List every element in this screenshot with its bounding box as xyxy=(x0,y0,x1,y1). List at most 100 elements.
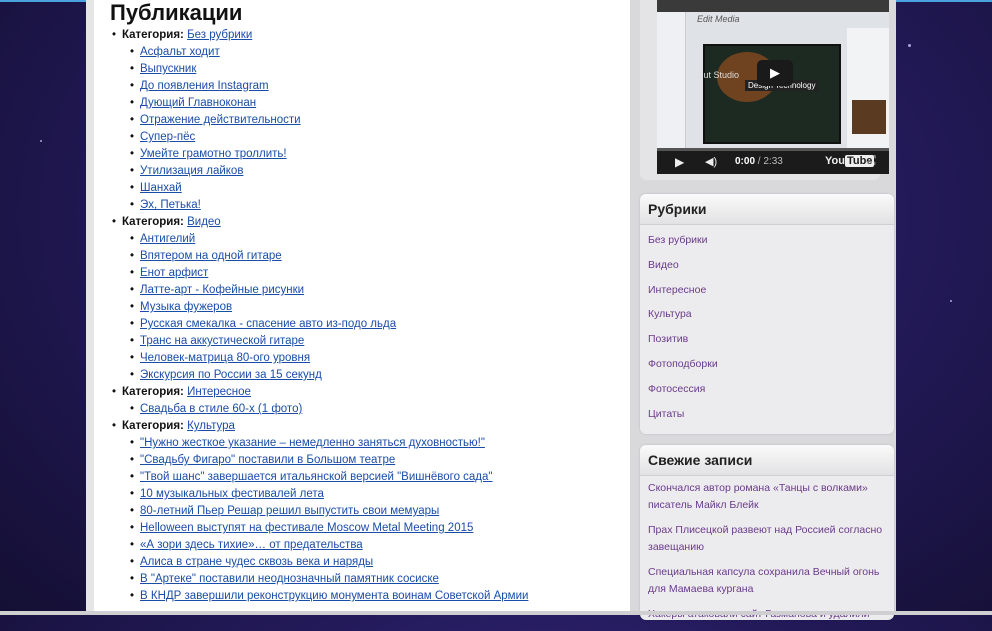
category-link[interactable]: Интересное xyxy=(187,386,251,398)
list-item: Видео xyxy=(640,254,894,279)
list-item: Хакеры атаковали сайт Газманова и удалил… xyxy=(640,606,894,631)
recent-post-link[interactable]: Скончался автор романа «Танцы с волками»… xyxy=(640,480,894,522)
list-item: Транс на аккустической гитаре xyxy=(122,333,630,350)
time-display: 0:00 / 2:33 xyxy=(735,156,783,167)
post-link[interactable]: Отражение действительности xyxy=(140,114,301,126)
list-item: Выпускник xyxy=(122,61,630,78)
list-item: Прах Плисецкой развеют над Россией согла… xyxy=(640,522,894,564)
list-item: Без рубрики xyxy=(640,229,894,254)
post-link[interactable]: 10 музыкальных фестивалей лета xyxy=(140,488,324,500)
post-link[interactable]: «А зори здесь тихие»… от предательства xyxy=(140,539,363,551)
volume-icon[interactable]: ◀) xyxy=(705,155,717,168)
time-total: / 2:33 xyxy=(757,156,783,167)
category-label: Категория: xyxy=(122,216,184,228)
youtube-logo-you: You xyxy=(825,155,845,167)
post-link[interactable]: Енот арфист xyxy=(140,267,208,279)
list-item: Культура xyxy=(640,303,894,328)
page-title: Публикации xyxy=(110,0,243,25)
post-link[interactable]: Умейте грамотно троллить! xyxy=(140,148,287,160)
list-item: Алиса в стране чудес сквозь века и наряд… xyxy=(122,554,630,571)
rubric-link[interactable]: Фотосессия xyxy=(640,378,894,403)
play-icon[interactable]: ▶ xyxy=(675,155,684,169)
rubric-link[interactable]: Фотоподборки xyxy=(640,353,894,378)
recent-post-link[interactable]: Специальная капсула сохранила Вечный ого… xyxy=(640,564,894,606)
rubric-link[interactable]: Позитив xyxy=(640,328,894,353)
post-link[interactable]: "Свадьбу Фигаро" поставили в Большом теа… xyxy=(140,454,395,466)
post-link[interactable]: В КНДР завершили реконструкцию монумента… xyxy=(140,590,528,602)
list-item: Дующий Главноконан xyxy=(122,95,630,112)
list-item: Музыка фужеров xyxy=(122,299,630,316)
rubric-link[interactable]: Интересное xyxy=(640,279,894,304)
post-link[interactable]: Шанхай xyxy=(140,182,182,194)
recent-post-link[interactable]: Прах Плисецкой развеют над Россией согла… xyxy=(640,522,894,564)
bottom-scrollbar[interactable] xyxy=(0,611,992,615)
post-link[interactable]: Супер-пёс xyxy=(140,131,195,143)
rubric-link[interactable]: Видео xyxy=(640,254,894,279)
category-link[interactable]: Видео xyxy=(187,216,221,228)
list-item: Латте-арт - Кофейные рисунки xyxy=(122,282,630,299)
post-link[interactable]: Впятером на одной гитаре xyxy=(140,250,282,262)
post-link[interactable]: Выпускник xyxy=(140,63,196,75)
list-item: «А зори здесь тихие»… от предательства xyxy=(122,537,630,554)
progress-bar[interactable] xyxy=(657,148,889,151)
category-link[interactable]: Культура xyxy=(187,420,235,432)
category-item: Категория: Культура "Нужно жесткое указа… xyxy=(110,418,630,605)
post-link[interactable]: Музыка фужеров xyxy=(140,301,232,313)
post-link[interactable]: Helloween выступят на фестивале Moscow M… xyxy=(140,522,473,534)
video-screen-title: Edit Media xyxy=(697,14,740,24)
post-link[interactable]: Эх, Петька! xyxy=(140,199,201,211)
list-item: Helloween выступят на фестивале Moscow M… xyxy=(122,520,630,537)
video-controls: ▶ ◀) 0:00 / 2:33 You Tube ⛶ xyxy=(657,148,889,174)
background-star xyxy=(40,140,42,142)
recent-posts-list: Скончался автор романа «Танцы с волками»… xyxy=(640,476,894,631)
post-link[interactable]: Транс на аккустической гитаре xyxy=(140,335,304,347)
list-item: Фотоподборки xyxy=(640,353,894,378)
list-item: Свадьба в стиле 60-х (1 фото) xyxy=(122,401,630,418)
post-link[interactable]: Асфальт ходит xyxy=(140,46,220,58)
post-link[interactable]: Свадьба в стиле 60-х (1 фото) xyxy=(140,403,302,415)
rubric-link[interactable]: Культура xyxy=(640,303,894,328)
video-screen-sidebar xyxy=(657,12,686,148)
post-link[interactable]: Дующий Главноконан xyxy=(140,97,256,109)
list-item: Специальная капсула сохранила Вечный ого… xyxy=(640,564,894,606)
post-link[interactable]: 80-летний Пьер Решар решил выпустить сво… xyxy=(140,505,439,517)
category-list: Категория: Без рубрики Асфальт ходит Вып… xyxy=(110,27,630,605)
post-link[interactable]: В "Артеке" поставили неоднозначный памят… xyxy=(140,573,439,585)
rubrics-title: Рубрики xyxy=(640,194,894,225)
recent-post-link[interactable]: Хакеры атаковали сайт Газманова и удалил… xyxy=(640,606,894,631)
post-link[interactable]: Латте-арт - Кофейные рисунки xyxy=(140,284,304,296)
post-link[interactable]: Антигелий xyxy=(140,233,195,245)
rubric-link[interactable]: Цитаты xyxy=(640,403,894,428)
video-mini-thumbnail xyxy=(852,100,886,134)
post-link[interactable]: Экскурсия по России за 15 секунд xyxy=(140,369,322,381)
rubrics-list: Без рубрики Видео Интересное Культура По… xyxy=(640,225,894,427)
post-link[interactable]: Человек-матрица 80-ого уровня xyxy=(140,352,310,364)
recent-posts-widget: Свежие записи Скончался автор романа «Та… xyxy=(640,445,894,620)
video-thumbnail-text: Cut Studio xyxy=(697,70,740,80)
list-item: Супер-пёс xyxy=(122,129,630,146)
post-link[interactable]: Утилизация лайков xyxy=(140,165,243,177)
video-screen-header xyxy=(657,0,889,12)
post-link[interactable]: "Нужно жесткое указание – немедленно зан… xyxy=(140,437,485,449)
category-item: Категория: Видео Антигелий Впятером на о… xyxy=(110,214,630,384)
list-item: Антигелий xyxy=(122,231,630,248)
post-link[interactable]: Алиса в стране чудес сквозь века и наряд… xyxy=(140,556,373,568)
post-link[interactable]: Русская смекалка - спасение авто из-подо… xyxy=(140,318,396,330)
rubric-link[interactable]: Без рубрики xyxy=(640,229,894,254)
post-link[interactable]: До появления Instagram xyxy=(140,80,269,92)
list-item: "Нужно жесткое указание – немедленно зан… xyxy=(122,435,630,452)
video-player[interactable]: Edit Media Cut Studio Design Technology … xyxy=(657,0,889,174)
background-star xyxy=(908,44,911,47)
list-item: 10 музыкальных фестивалей лета xyxy=(122,486,630,503)
category-item: Категория: Интересное Свадьба в стиле 60… xyxy=(110,384,630,418)
category-link[interactable]: Без рубрики xyxy=(187,29,252,41)
list-item: Асфальт ходит xyxy=(122,44,630,61)
category-item: Категория: Без рубрики Асфальт ходит Вып… xyxy=(110,27,630,214)
list-item: "Свадьбу Фигаро" поставили в Большом теа… xyxy=(122,452,630,469)
fullscreen-icon[interactable]: ⛶ xyxy=(867,153,875,168)
post-link[interactable]: "Твой шанс" завершается итальянской верс… xyxy=(140,471,493,483)
recent-posts-title: Свежие записи xyxy=(640,445,894,476)
post-list: Свадьба в стиле 60-х (1 фото) xyxy=(122,401,630,418)
list-item: Экскурсия по России за 15 секунд xyxy=(122,367,630,384)
play-overlay-button[interactable]: ▶ xyxy=(757,60,793,86)
